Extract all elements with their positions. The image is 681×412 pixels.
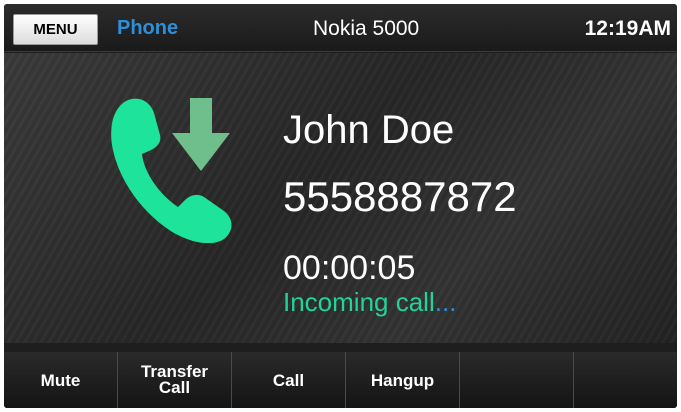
softkey-6[interactable] <box>574 352 677 408</box>
call-panel: John Doe 5558887872 00:00:05 Incoming ca… <box>4 53 677 393</box>
status-bar: MENU Phone Nokia 5000 12:19AM <box>4 4 677 52</box>
device-name: Nokia 5000 <box>313 17 420 40</box>
call-duration: 00:00:05 <box>283 249 416 287</box>
menu-button[interactable]: MENU <box>13 14 98 45</box>
phone-handset-icon <box>111 98 232 243</box>
caller-number: 5558887872 <box>283 173 517 220</box>
phone-screen: MENU Phone Nokia 5000 12:19AM John Doe 5… <box>4 4 677 408</box>
clock: 12:19AM <box>584 17 671 40</box>
transfer-call-label: Transfer Call <box>140 362 209 397</box>
hangup-button[interactable]: Hangup <box>346 352 460 408</box>
incoming-call-icon <box>111 98 232 243</box>
caller-name: John Doe <box>283 108 455 152</box>
call-status: Incoming call... <box>283 287 456 318</box>
call-status-text: Incoming call <box>283 287 435 317</box>
transfer-call-button[interactable]: Transfer Call <box>118 352 232 408</box>
softkey-bar: Mute Transfer Call Call Hangup <box>4 352 677 408</box>
call-button[interactable]: Call <box>232 352 346 408</box>
mute-button[interactable]: Mute <box>4 352 118 408</box>
arrow-down-icon <box>172 98 230 171</box>
app-title: Phone <box>117 17 179 39</box>
call-status-dots: ... <box>434 287 457 317</box>
softkey-5[interactable] <box>460 352 574 408</box>
